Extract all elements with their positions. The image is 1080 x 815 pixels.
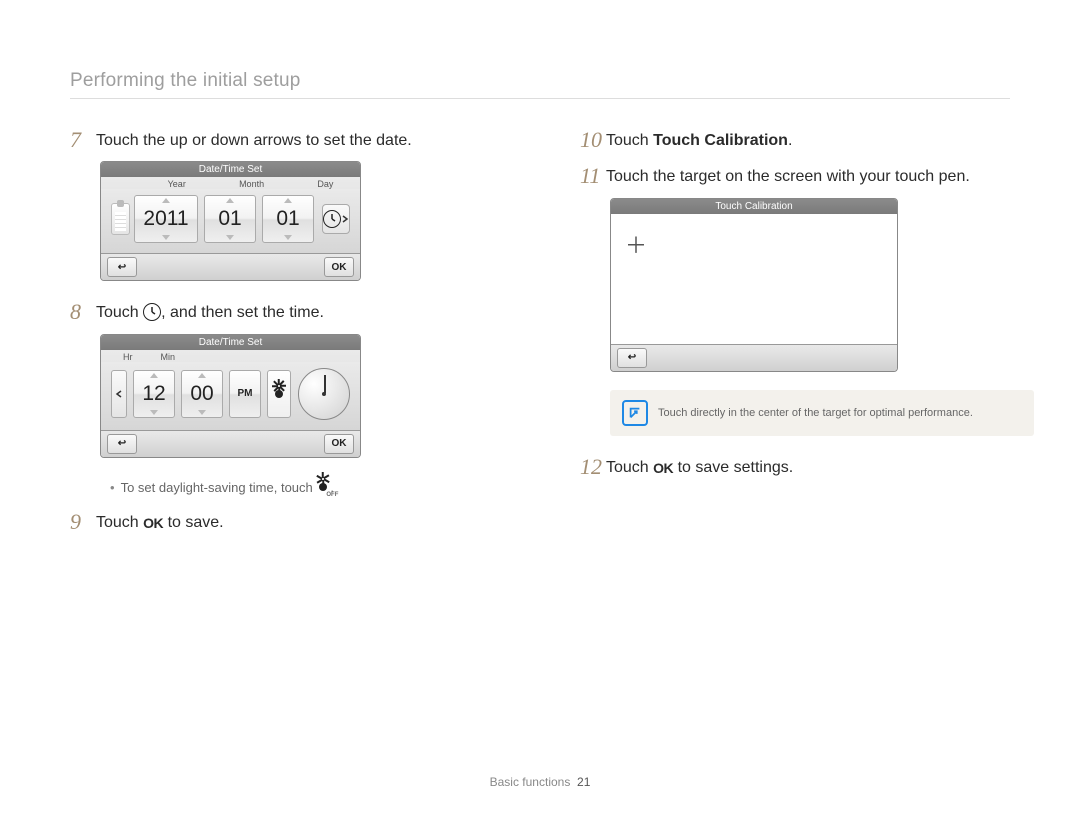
label-hr: Hr	[123, 352, 133, 362]
screenshot-time-set: Date/Time Set Hr Min 12 00 PM	[100, 334, 361, 458]
tip-note: Touch directly in the center of the targ…	[610, 390, 1034, 436]
screen-title: Touch Calibration	[611, 199, 897, 214]
screenshot-touch-calibration: Touch Calibration ＋ ↩	[610, 198, 898, 372]
minute-spinner[interactable]: 00	[181, 370, 223, 418]
year-spinner[interactable]: 2011	[134, 195, 198, 243]
right-column: 10 Touch Touch Calibration. 11 Touch the…	[580, 117, 1010, 543]
page-footer: Basic functions 21	[0, 775, 1080, 789]
step-text: Touch OK to save.	[96, 509, 224, 535]
screen-title: Date/Time Set	[101, 335, 360, 350]
back-button[interactable]: ↩	[107, 257, 137, 277]
step-text: Touch the up or down arrows to set the d…	[96, 127, 412, 153]
chevron-left-icon	[115, 390, 123, 398]
step-number: 8	[70, 299, 96, 325]
date-mode-button[interactable]	[111, 370, 127, 418]
manual-page: Performing the initial setup 7 Touch the…	[0, 0, 1080, 815]
chevron-right-icon	[341, 215, 349, 223]
screenshot-date-set: Date/Time Set Year Month Day 2011 01 01	[100, 161, 361, 281]
calibration-area[interactable]: ＋	[611, 214, 897, 344]
footer-section-label: Basic functions	[490, 775, 571, 789]
clock-icon	[143, 303, 161, 321]
hour-spinner[interactable]: 12	[133, 370, 175, 418]
step-7: 7 Touch the up or down arrows to set the…	[70, 127, 490, 153]
clock-icon	[323, 210, 341, 228]
calibration-target-icon[interactable]: ＋	[625, 228, 647, 260]
step-number: 7	[70, 127, 96, 153]
sun-off-icon	[272, 387, 286, 401]
step-text: Touch OK to save settings.	[606, 454, 793, 480]
dst-toggle[interactable]	[267, 370, 291, 418]
step-text: Touch , and then set the time.	[96, 299, 324, 325]
step-9: 9 Touch OK to save.	[70, 509, 490, 535]
ok-button[interactable]: OK	[324, 434, 354, 454]
step-10: 10 Touch Touch Calibration.	[580, 127, 1010, 153]
month-spinner[interactable]: 01	[204, 195, 256, 243]
ok-glyph: OK	[143, 513, 163, 534]
step-number: 9	[70, 509, 96, 535]
label-min: Min	[161, 352, 176, 362]
step-number: 10	[580, 127, 606, 153]
calendar-icon	[111, 203, 130, 235]
step-text: Touch the target on the screen with your…	[606, 163, 970, 189]
left-column: 7 Touch the up or down arrows to set the…	[70, 117, 490, 543]
analog-clock-icon	[298, 368, 350, 420]
label-day: Day	[317, 179, 333, 189]
time-field-labels: Hr Min	[101, 350, 360, 362]
screen-title: Date/Time Set	[101, 162, 360, 177]
note-text: Touch directly in the center of the targ…	[658, 407, 973, 419]
step-11: 11 Touch the target on the screen with y…	[580, 163, 1010, 189]
step-8: 8 Touch , and then set the time.	[70, 299, 490, 325]
step-number: 11	[580, 163, 606, 189]
time-mode-button[interactable]	[322, 204, 350, 234]
step-12: 12 Touch OK to save settings.	[580, 454, 1010, 480]
date-field-labels: Year Month Day	[101, 177, 360, 189]
label-month: Month	[239, 179, 264, 189]
page-number: 21	[577, 775, 590, 789]
ampm-toggle[interactable]: PM	[229, 370, 261, 418]
step-8-note: To set daylight-saving time, touch OFF .	[70, 476, 490, 499]
back-button[interactable]: ↩	[617, 348, 647, 368]
step-text: Touch Touch Calibration.	[606, 127, 792, 153]
label-year: Year	[168, 179, 186, 189]
two-column-layout: 7 Touch the up or down arrows to set the…	[70, 117, 1010, 543]
section-title: Performing the initial setup	[70, 70, 1010, 99]
step-number: 12	[580, 454, 606, 480]
note-icon	[622, 400, 648, 426]
ok-glyph: OK	[653, 458, 673, 479]
day-spinner[interactable]: 01	[262, 195, 314, 243]
sun-off-icon: OFF	[316, 480, 330, 494]
back-button[interactable]: ↩	[107, 434, 137, 454]
ok-button[interactable]: OK	[324, 257, 354, 277]
